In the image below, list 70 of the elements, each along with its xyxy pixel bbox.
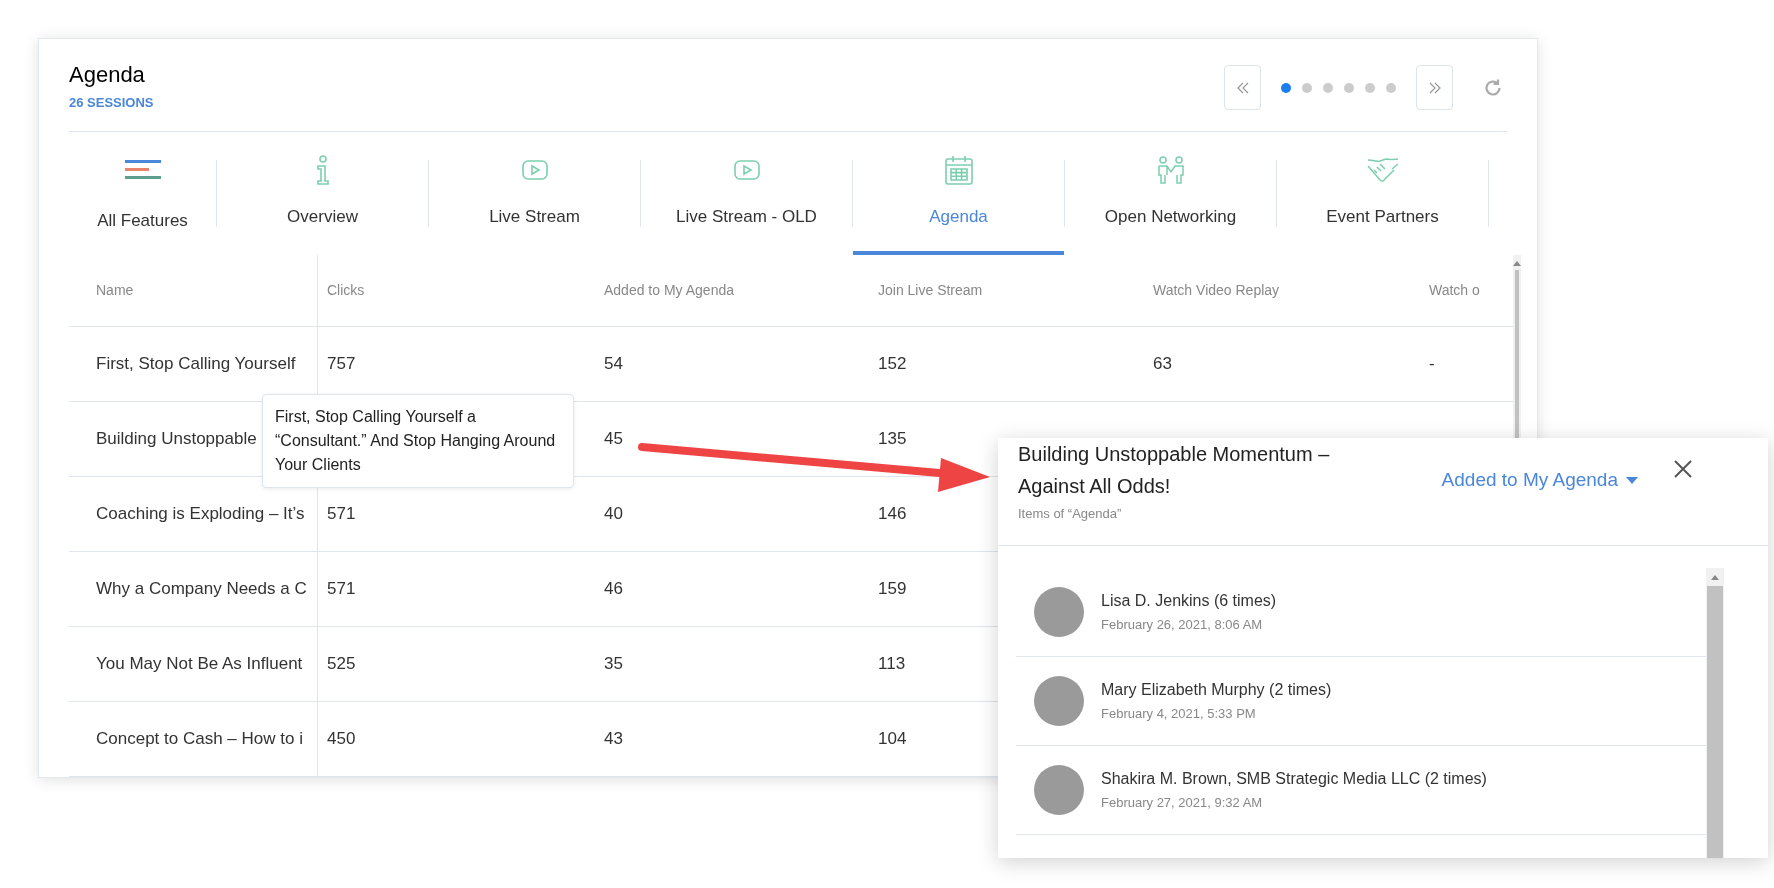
table-cell-text: 63	[1153, 353, 1172, 376]
attendee-name: Shakira M. Brown, SMB Strategic Media LLC (2 times)	[1101, 769, 1487, 790]
scrollbar-thumb[interactable]	[1707, 586, 1723, 858]
people-icon	[1155, 155, 1186, 184]
scroll-up-icon[interactable]	[1513, 261, 1521, 266]
feature-tab[interactable]: Agenda	[853, 145, 1064, 255]
table-cell-text: 135	[878, 428, 907, 451]
feature-tab[interactable]: Open Networking	[1065, 145, 1276, 255]
page-title: Agenda	[69, 61, 146, 89]
table-cell-text: 146	[878, 503, 907, 526]
avatar-placeholder	[1034, 587, 1084, 637]
table-cell-text: 757	[327, 353, 356, 376]
avatar-placeholder	[1034, 765, 1084, 815]
table-cell-text: 46	[604, 578, 623, 601]
avatar-placeholder	[1034, 676, 1084, 726]
play-icon	[733, 159, 760, 180]
table-cell-text: First, Stop Calling Yourself	[96, 353, 296, 376]
column-header: Clicks	[327, 281, 365, 300]
column-header: Added to My Agenda	[604, 281, 734, 300]
filter-dropdown[interactable]: Added to My Agenda	[1441, 466, 1638, 495]
panel-title: Building Unstoppable Momentum – Against All Odds!	[1018, 442, 1331, 499]
table-cell-text: Building Unstoppable	[96, 428, 257, 451]
previous-button[interactable]	[1224, 65, 1261, 110]
feature-tab[interactable]: Event Partners	[1277, 145, 1488, 255]
table-cell-text: 571	[327, 503, 356, 526]
table-cell-text: 571	[327, 578, 356, 601]
table-cell-text: Why a Company Needs a C	[96, 578, 307, 601]
table-cell-text: 40	[604, 503, 623, 526]
table-cell-text: 450	[327, 728, 356, 751]
attendee-date: February 26, 2021, 8:06 AM	[1101, 616, 1264, 635]
table-cell-text: You May Not Be As Influent	[96, 653, 303, 676]
column-header: Name	[96, 281, 134, 300]
attendee-date: February 4, 2021, 5:33 PM	[1101, 705, 1257, 724]
table-cell-text: 113	[878, 653, 906, 676]
scroll-up-icon[interactable]	[1711, 575, 1719, 580]
table-cell-text: 43	[604, 728, 623, 751]
table-cell-text: 54	[604, 353, 623, 376]
feature-tab[interactable]: All Features	[69, 145, 216, 255]
info-icon	[314, 154, 331, 185]
double-chevron-right-icon	[1428, 81, 1441, 94]
table-cell-text: 159	[878, 578, 907, 601]
caret-icon	[1626, 476, 1638, 484]
feature-tab[interactable]: Live Stream	[429, 145, 640, 255]
next-button[interactable]	[1416, 65, 1453, 110]
double-chevron-left-icon	[1236, 81, 1249, 94]
table-cell-text: 152	[878, 353, 907, 376]
tooltip: First, Stop Calling Yourself a “Consultant.” And Stop Hanging Around Your Clients	[262, 394, 574, 488]
column-header: Join Live Stream	[878, 281, 983, 300]
table-cell-text: 35	[604, 653, 623, 676]
table-cell-text: 525	[327, 653, 356, 676]
attendee-name: Mary Elizabeth Murphy (2 times)	[1101, 680, 1332, 701]
lines-icon	[124, 159, 161, 180]
column-header: Watch o	[1429, 281, 1480, 300]
table-cell-text: Coaching is Exploding – It’s	[96, 503, 305, 526]
column-header: Watch Video Replay	[1153, 281, 1280, 300]
attendee-name: Lisa D. Jenkins (6 times)	[1101, 591, 1277, 612]
feature-tab[interactable]: Overview	[217, 145, 428, 255]
play-icon	[521, 159, 548, 180]
feature-tab[interactable]: Live Stream - OLD	[641, 145, 852, 255]
refresh-icon[interactable]	[1483, 77, 1503, 98]
handshake-icon	[1366, 155, 1399, 184]
table-cell-text: Concept to Cash – How to i	[96, 728, 303, 751]
table-cell-text: -	[1429, 353, 1435, 376]
sessions-count: 26 SESSIONS	[69, 94, 154, 112]
calendar-icon	[944, 154, 973, 185]
close-icon[interactable]	[1674, 460, 1692, 479]
table-cell-text: 104	[878, 728, 907, 751]
panel-subtitle: Items of “Agenda”	[1018, 505, 1123, 523]
table-cell-text: 45	[604, 428, 623, 451]
attendee-date: February 27, 2021, 9:32 AM	[1101, 794, 1264, 813]
